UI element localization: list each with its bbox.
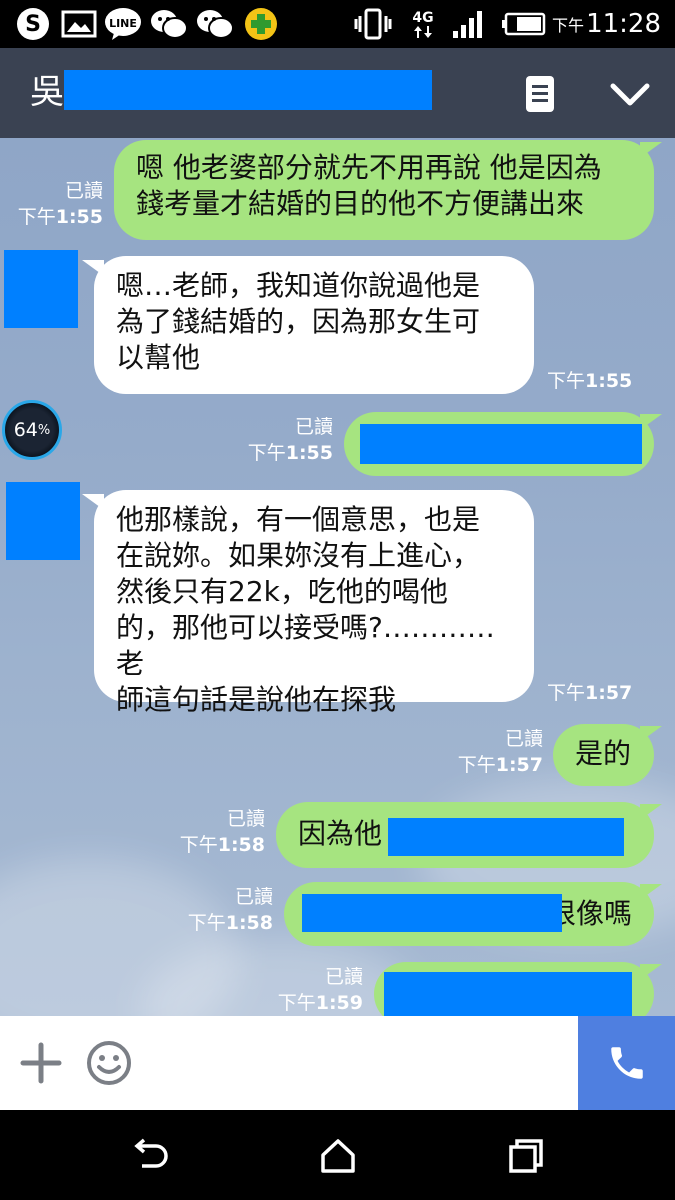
message-time: 下午1:57 bbox=[547, 682, 633, 704]
plus-icon[interactable] bbox=[20, 1042, 62, 1084]
gallery-icon bbox=[60, 6, 98, 42]
message-time: 下午1:55 bbox=[247, 442, 333, 464]
chevron-down-icon[interactable] bbox=[608, 76, 652, 112]
message-time: 下午1:59 bbox=[277, 992, 363, 1014]
redaction-block bbox=[384, 972, 632, 1016]
message-time: 下午1:58 bbox=[187, 912, 273, 934]
redaction-block bbox=[360, 424, 642, 464]
read-receipt: 已讀 bbox=[324, 966, 363, 988]
skype-icon: S bbox=[14, 6, 52, 42]
recents-icon[interactable] bbox=[506, 1136, 546, 1176]
emoji-icon[interactable] bbox=[86, 1040, 132, 1086]
incoming-message-bubble[interactable]: 嗯…老師，我知道你說過他是 為了錢結婚的，因為那女生可 以幫他 bbox=[94, 256, 534, 394]
avatar[interactable] bbox=[6, 482, 80, 560]
message-meta: 已讀 下午1:55 bbox=[18, 178, 103, 230]
redaction-block bbox=[302, 894, 562, 932]
network-type: 4G bbox=[404, 6, 442, 42]
message-meta: 已讀 下午1:58 bbox=[180, 806, 265, 858]
redaction-block bbox=[388, 818, 624, 856]
read-receipt: 已讀 bbox=[64, 180, 103, 202]
battery-icon bbox=[500, 6, 548, 42]
plus-app-icon bbox=[242, 6, 280, 42]
line-icon: LINE bbox=[104, 6, 142, 42]
read-receipt: 已讀 bbox=[226, 808, 265, 830]
chat-area[interactable]: 已讀 下午1:55 嗯 他老婆部分就先不用再說 他是因為 錢考量才結婚的目的他不… bbox=[0, 138, 675, 1016]
vibrate-icon bbox=[354, 6, 392, 42]
memory-boost-badge[interactable]: 64% bbox=[2, 400, 62, 460]
read-receipt: 已讀 bbox=[234, 886, 273, 908]
outgoing-message-bubble[interactable]: 是的 bbox=[553, 724, 654, 786]
home-icon[interactable] bbox=[318, 1136, 358, 1176]
incoming-message-bubble[interactable]: 他那樣說，有一個意思，也是 在說妳。如果妳沒有上進心， 然後只有22k，吃他的喝… bbox=[94, 490, 534, 716]
message-time: 下午1:55 bbox=[547, 370, 633, 392]
redaction-block bbox=[64, 70, 432, 110]
message-meta: 已讀 下午1:55 bbox=[248, 414, 333, 466]
outgoing-message-bubble[interactable]: 嗯 他老婆部分就先不用再說 他是因為 錢考量才結婚的目的他不方便講出來 bbox=[114, 140, 654, 240]
call-button[interactable] bbox=[578, 1016, 675, 1110]
notes-icon[interactable] bbox=[522, 74, 558, 114]
message-meta: 已讀 下午1:57 bbox=[458, 726, 543, 778]
read-receipt: 已讀 bbox=[504, 728, 543, 750]
contact-name[interactable]: 吳 bbox=[30, 70, 64, 114]
wechat-icon bbox=[150, 6, 188, 42]
message-meta: 已讀 下午1:59 bbox=[278, 964, 363, 1016]
back-icon[interactable] bbox=[130, 1136, 170, 1176]
svg-text:S: S bbox=[25, 12, 41, 37]
message-time: 下午1:55 bbox=[17, 206, 103, 228]
read-receipt: 已讀 bbox=[294, 416, 333, 438]
status-bar: S LINE 4G 下午 11:28 bbox=[0, 0, 675, 48]
svg-text:LINE: LINE bbox=[109, 17, 137, 30]
message-time: 下午1:57 bbox=[457, 754, 543, 776]
message-meta: 已讀 下午1:58 bbox=[188, 884, 273, 936]
signal-icon bbox=[450, 6, 488, 42]
wechat-icon bbox=[196, 6, 234, 42]
phone-icon bbox=[610, 1047, 643, 1079]
message-time: 下午1:58 bbox=[179, 834, 265, 856]
avatar[interactable] bbox=[4, 250, 78, 328]
input-bar bbox=[0, 1016, 675, 1110]
status-time: 下午 11:28 bbox=[552, 9, 661, 39]
chat-header: 吳 bbox=[0, 48, 675, 138]
navigation-bar bbox=[0, 1110, 675, 1200]
